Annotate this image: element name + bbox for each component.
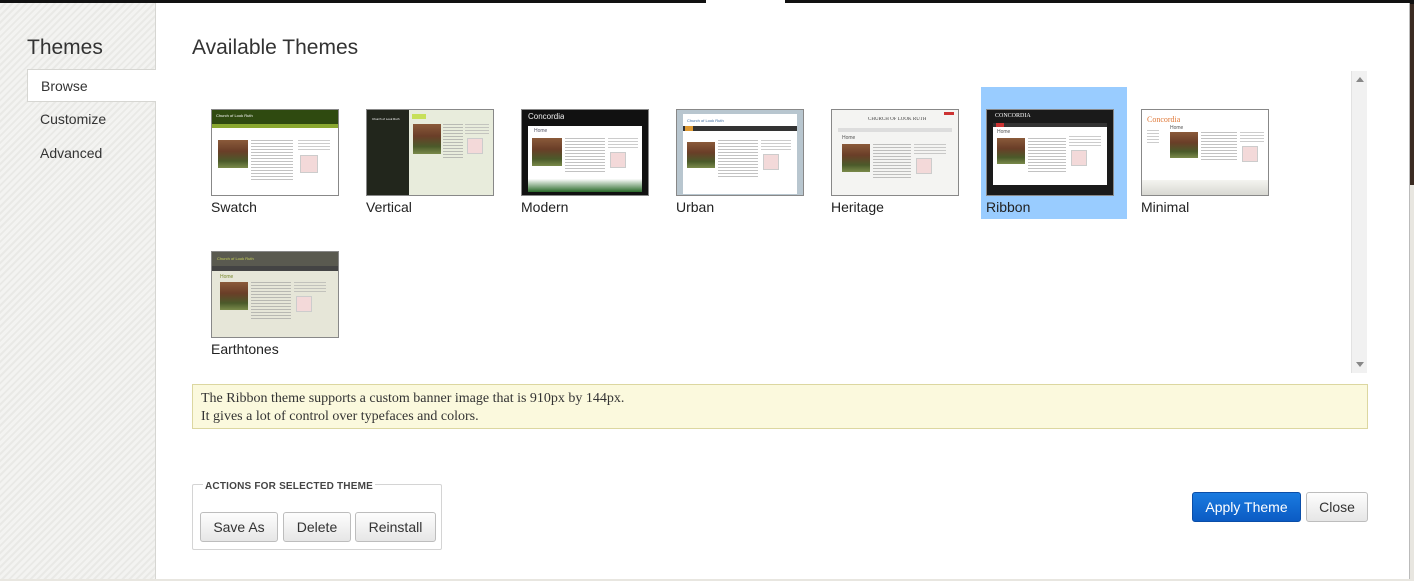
sidebar-item-advanced[interactable]: Advanced <box>27 137 156 170</box>
theme-label: Ribbon <box>986 199 1031 215</box>
delete-button[interactable]: Delete <box>283 512 351 542</box>
scroll-up-icon[interactable] <box>1356 77 1364 82</box>
thumb-site-name: Concordia <box>1147 115 1181 124</box>
thumb-heading: Home <box>842 135 856 141</box>
thumb-site-name: Church of Look Ruth <box>217 256 254 261</box>
theme-thumbnail-minimal: Concordia Home <box>1141 109 1269 196</box>
theme-tile-modern[interactable]: Concordia Home Modern <box>511 87 657 219</box>
gallery-scrollbar[interactable] <box>1351 71 1367 373</box>
theme-label: Modern <box>521 199 569 215</box>
scroll-down-icon[interactable] <box>1356 362 1364 367</box>
thumb-site-name: Concordia <box>528 112 565 121</box>
theme-thumbnail-earthtones: Church of Look Ruth Home <box>211 251 339 338</box>
thumb-site-name: Church of Look Ruth <box>372 117 400 121</box>
theme-label: Swatch <box>211 199 257 215</box>
theme-description: The Ribbon theme supports a custom banne… <box>192 384 1368 429</box>
sidebar-title: Themes <box>27 36 103 59</box>
thumb-heading: Home <box>534 128 548 134</box>
thumb-site-name: CONCORDIA <box>995 113 1031 119</box>
theme-label: Vertical <box>366 199 412 215</box>
theme-description-line2: It gives a lot of control over typefaces… <box>201 409 479 424</box>
theme-tile-minimal[interactable]: Concordia Home Minimal <box>1131 87 1277 219</box>
thumb-site-name: Church of Look Ruth <box>216 113 253 118</box>
themes-dialog: Themes Browse Customize Advanced Availab… <box>0 3 1410 579</box>
theme-tile-vertical[interactable]: Church of Look Ruth Vertical <box>356 87 502 219</box>
sidebar: Themes Browse Customize Advanced <box>0 3 156 579</box>
theme-thumbnail-modern: Concordia Home <box>521 109 649 196</box>
theme-tile-heritage[interactable]: CHURCH OF LOOK RUTH Home Heritage <box>821 87 967 219</box>
close-button[interactable]: Close <box>1306 492 1368 522</box>
theme-tile-urban[interactable]: Church of Look Ruth Urban <box>666 87 812 219</box>
thumb-heading: Home <box>220 274 234 280</box>
thumb-heading: Home <box>997 129 1011 135</box>
theme-label: Heritage <box>831 199 884 215</box>
theme-thumbnail-ribbon: CONCORDIA Home <box>986 109 1114 196</box>
sidebar-item-browse[interactable]: Browse <box>27 69 156 102</box>
theme-label: Urban <box>676 199 715 215</box>
theme-thumbnail-heritage: CHURCH OF LOOK RUTH Home <box>831 109 959 196</box>
page-title: Available Themes <box>192 36 359 59</box>
theme-tile-swatch[interactable]: Church of Look Ruth Swatch <box>201 87 347 219</box>
theme-gallery: Church of Look Ruth Swatch Church of Loo… <box>192 71 1368 373</box>
theme-thumbnail-swatch: Church of Look Ruth <box>211 109 339 196</box>
theme-label: Minimal <box>1141 199 1190 215</box>
theme-thumbnail-urban: Church of Look Ruth <box>676 109 804 196</box>
theme-label: Earthtones <box>211 341 279 357</box>
theme-actions-group: ACTIONS FOR SELECTED THEME Save As Delet… <box>192 481 442 550</box>
save-as-button[interactable]: Save As <box>200 512 278 542</box>
theme-tile-earthtones[interactable]: Church of Look Ruth Home Earthtones <box>201 229 347 361</box>
sidebar-item-customize[interactable]: Customize <box>27 103 156 136</box>
apply-theme-button[interactable]: Apply Theme <box>1192 492 1301 522</box>
thumb-site-name: Church of Look Ruth <box>687 118 724 123</box>
theme-thumbnail-vertical: Church of Look Ruth <box>366 109 494 196</box>
theme-description-line1: The Ribbon theme supports a custom banne… <box>201 391 625 406</box>
actions-legend: ACTIONS FOR SELECTED THEME <box>203 481 375 492</box>
theme-tile-ribbon[interactable]: CONCORDIA Home Ribbon <box>981 87 1127 219</box>
reinstall-button[interactable]: Reinstall <box>355 512 436 542</box>
thumb-site-name: CHURCH OF LOOK RUTH <box>868 117 927 122</box>
thumb-heading: Home <box>1170 125 1184 131</box>
